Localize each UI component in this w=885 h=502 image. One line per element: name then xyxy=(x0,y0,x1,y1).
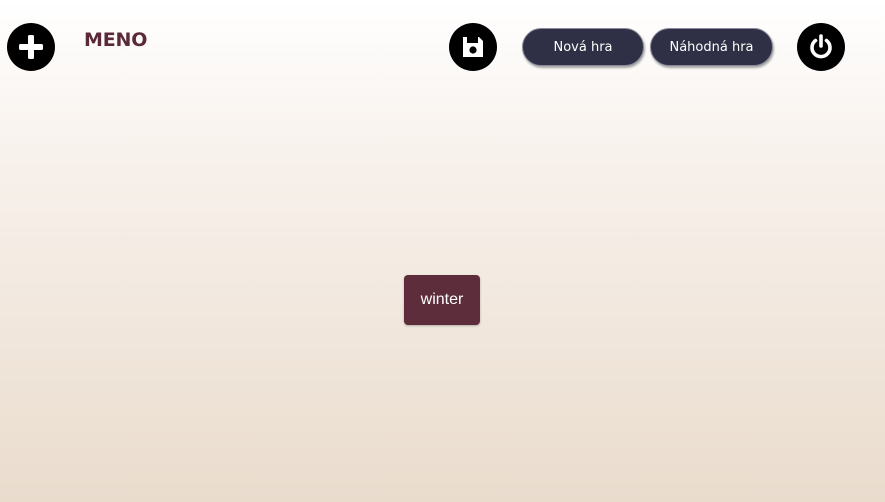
plus-icon xyxy=(19,35,43,59)
random-game-button[interactable]: Náhodná hra xyxy=(650,28,773,66)
power-icon xyxy=(810,34,832,59)
word-tile[interactable]: winter xyxy=(404,275,480,325)
save-button[interactable] xyxy=(449,23,497,71)
top-bar: MENO Nová hra Náhodná hra xyxy=(0,0,885,95)
power-button[interactable] xyxy=(797,23,845,71)
menu-title: MENO xyxy=(84,29,148,51)
new-game-button[interactable]: Nová hra xyxy=(522,28,644,66)
add-button[interactable] xyxy=(7,23,55,71)
save-icon xyxy=(463,37,483,57)
